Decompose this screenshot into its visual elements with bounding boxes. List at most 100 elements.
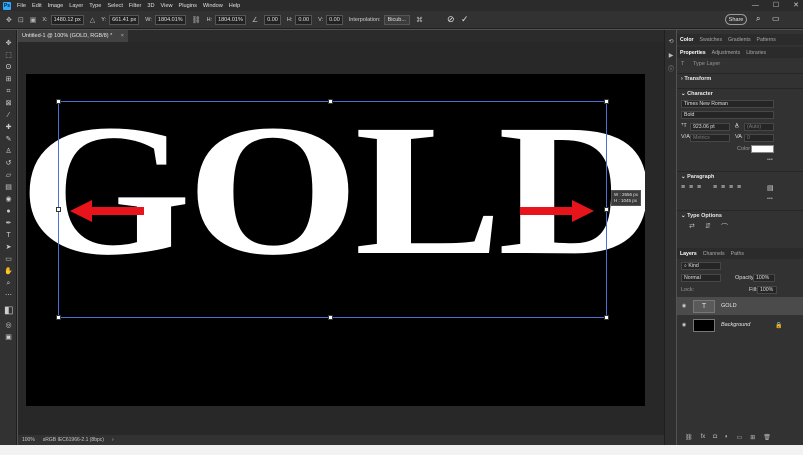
align-left-icon[interactable]: ≡ [681,184,685,191]
share-button[interactable]: Share [725,14,747,25]
info-panel-icon[interactable]: ⓘ [667,66,675,74]
eyedropper-tool-icon[interactable]: ⁄ [4,112,13,120]
font-family-select[interactable]: Times New Roman [681,100,774,108]
tab-swatches[interactable]: Swatches [700,37,723,43]
reference-point-icon[interactable]: ⊡ [18,16,24,24]
canvas[interactable]: GOLD [26,74,645,406]
tab-properties[interactable]: Properties [680,50,706,56]
handle-bottom-right[interactable] [604,315,609,320]
move-tool-icon[interactable]: ✥ [4,40,13,48]
tab-libraries[interactable]: Libraries [746,50,766,56]
width-field[interactable]: 1804.01% [154,14,186,25]
paragraph-section-header[interactable]: ⌄ Paragraph [677,171,803,181]
visibility-eye-icon[interactable]: ◉ [679,322,689,328]
eraser-tool-icon[interactable]: ▱ [4,172,13,180]
justify-right-icon[interactable]: ≡ [729,184,733,191]
move-tool-icon[interactable]: ✥ [6,16,12,24]
history-panel-icon[interactable]: ⟲ [667,38,675,46]
delete-layer-icon[interactable]: 🗑 [763,434,771,441]
actions-panel-icon[interactable]: ▶ [667,52,675,60]
dodge-tool-icon[interactable]: ● [4,208,13,216]
vertical-type-icon[interactable]: ⇵ [705,222,711,230]
search-icon[interactable]: ⌕ [756,14,760,24]
menu-plugins[interactable]: Plugins [179,3,197,9]
photoshop-logo[interactable]: Ps [3,1,11,10]
align-right-icon[interactable]: ≡ [697,184,701,191]
healing-brush-tool-icon[interactable]: ✚ [4,124,13,132]
vskew-field[interactable]: 0.00 [326,14,343,25]
color-swatches-icon[interactable]: ◧ [4,306,13,318]
new-layer-icon[interactable]: ⊞ [750,434,755,441]
angle-field[interactable]: 0.00 [264,14,281,25]
tab-paths[interactable]: Paths [731,251,744,257]
gradient-tool-icon[interactable]: ▤ [4,184,13,192]
tab-color[interactable]: Color [680,37,694,43]
character-section-header[interactable]: ⌄ Character [677,88,803,98]
menu-window[interactable]: Window [203,3,223,9]
document-tab[interactable]: Untitled-1 @ 100% (GOLD, RGB/8) * × [18,30,128,42]
close-tab-icon[interactable]: × [121,30,124,42]
handle-bottom-left[interactable] [56,315,61,320]
blend-mode-select[interactable]: Normal [681,274,721,282]
minimize-button[interactable]: — [752,0,759,11]
marquee-tool-icon[interactable]: ⬚ [4,52,13,60]
y-position-field[interactable]: 661.41 px [109,14,140,25]
blur-tool-icon[interactable]: ◉ [4,196,13,204]
warp-icon[interactable]: ⌘ [416,16,423,24]
layer-name[interactable]: Background [721,322,750,328]
menu-type[interactable]: Type [89,3,101,9]
fill-field[interactable]: 100% [757,286,777,294]
link-icon[interactable]: ⛓ [192,16,201,24]
status-arrow-icon[interactable]: › [112,437,114,443]
fx-icon[interactable]: fx [701,434,706,441]
menu-file[interactable]: File [17,3,26,9]
more-tools-icon[interactable]: ⋯ [4,292,13,300]
menu-layer[interactable]: Layer [69,3,83,9]
horizontal-type-icon[interactable]: ⇄ [689,222,695,230]
justify-center-icon[interactable]: ≡ [721,184,725,191]
brush-tool-icon[interactable]: ✎ [4,136,13,144]
frame-tool-icon[interactable]: ⊠ [4,100,13,108]
zoom-tool-icon[interactable]: ⌕ [4,280,13,288]
tab-channels[interactable]: Channels [703,251,725,257]
transform-section-header[interactable]: › Transform [677,73,803,83]
reference-grid-icon[interactable]: ▣ [30,16,37,24]
font-style-select[interactable]: Bold [681,111,774,119]
character-more-button[interactable]: ••• [767,157,773,163]
screen-mode-icon[interactable]: ▣ [4,334,13,342]
lock-icon[interactable]: 🔒 [775,322,782,329]
visibility-eye-icon[interactable]: ◉ [679,303,689,309]
interpolation-select[interactable]: Bicub... [383,14,410,25]
text-color-swatch[interactable] [751,145,774,153]
opacity-field[interactable]: 100% [753,274,775,282]
workspace-icon[interactable]: ▭ [772,14,780,23]
hand-tool-icon[interactable]: ✋ [4,268,13,276]
handle-top-center[interactable] [328,99,333,104]
paragraph-more-button[interactable]: ••• [767,196,773,202]
menu-filter[interactable]: Filter [129,3,141,9]
type-tool-icon[interactable]: T [4,232,13,240]
menu-view[interactable]: View [160,3,172,9]
layer-row-gold[interactable]: ◉ T GOLD [677,297,803,315]
paragraph-options-icon[interactable]: ▤ [767,184,774,192]
lasso-tool-icon[interactable]: ʘ [4,64,13,72]
menu-3d[interactable]: 3D [147,3,154,9]
commit-transform-icon[interactable]: ✓ [461,14,469,25]
tab-patterns[interactable]: Patterns [757,37,776,43]
font-size-field[interactable]: 923.06 pt [690,123,730,131]
quick-mask-icon[interactable]: ◎ [4,322,13,330]
add-mask-icon[interactable]: ◘ [713,434,717,441]
history-brush-tool-icon[interactable]: ↺ [4,160,13,168]
x-position-field[interactable]: 1480.12 px [50,14,84,25]
delta-icon[interactable]: △ [90,16,95,24]
path-selection-tool-icon[interactable]: ➤ [4,244,13,252]
pen-tool-icon[interactable]: ✒ [4,220,13,228]
hskew-field[interactable]: 0.00 [295,14,313,25]
clone-stamp-tool-icon[interactable]: ♙ [4,148,13,156]
tab-adjustments[interactable]: Adjustments [712,50,741,56]
new-group-icon[interactable]: ▭ [737,434,743,441]
kerning-field[interactable]: Metrics [690,134,730,142]
handle-top-right[interactable] [604,99,609,104]
tracking-field[interactable]: 0 [744,134,774,142]
object-selection-tool-icon[interactable]: ⊞ [4,76,13,84]
